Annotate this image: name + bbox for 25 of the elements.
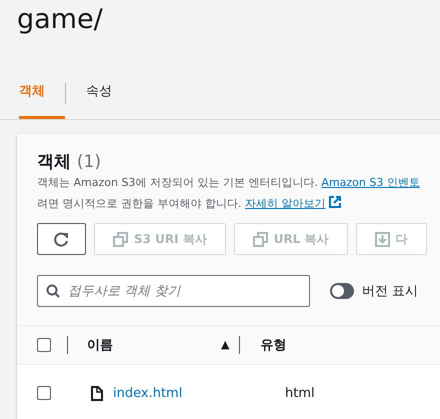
refresh-button[interactable]	[37, 223, 86, 256]
copy-icon	[113, 232, 128, 247]
toggle-switch[interactable]	[330, 283, 354, 300]
search-field[interactable]: 접두사로 객체 찾기	[37, 275, 310, 308]
description-link[interactable]: Amazon S3 인벤토	[321, 176, 420, 190]
download-icon	[374, 232, 390, 247]
panel-heading: 객체	[37, 152, 71, 172]
description-link[interactable]: 자세히 알아보기	[244, 197, 326, 210]
checkbox[interactable]	[37, 386, 51, 400]
copy-icon	[252, 232, 268, 247]
object-count: (1)	[76, 152, 102, 172]
column-header[interactable]: 유형	[260, 336, 286, 356]
refresh-icon	[54, 232, 69, 247]
toggle-label: 버전 표시	[362, 282, 418, 301]
column-header[interactable]: 이름	[87, 336, 221, 356]
file-icon	[91, 386, 103, 401]
page-title: game/	[16, 3, 104, 37]
description-text: 려면 명시적으로 권한을 부여해야 합니다.	[37, 197, 242, 210]
description-text: 객체는 Amazon S3에 저장되어 있는 기본 엔터티입니다.	[37, 176, 319, 190]
tab[interactable]: 속성	[86, 68, 132, 119]
checkbox[interactable]	[37, 338, 51, 352]
file-link[interactable]: index.html	[113, 384, 285, 404]
external-link-icon[interactable]	[329, 196, 342, 208]
table-cell-text: html	[285, 384, 315, 403]
sort-icon[interactable]: ▲	[221, 337, 230, 354]
